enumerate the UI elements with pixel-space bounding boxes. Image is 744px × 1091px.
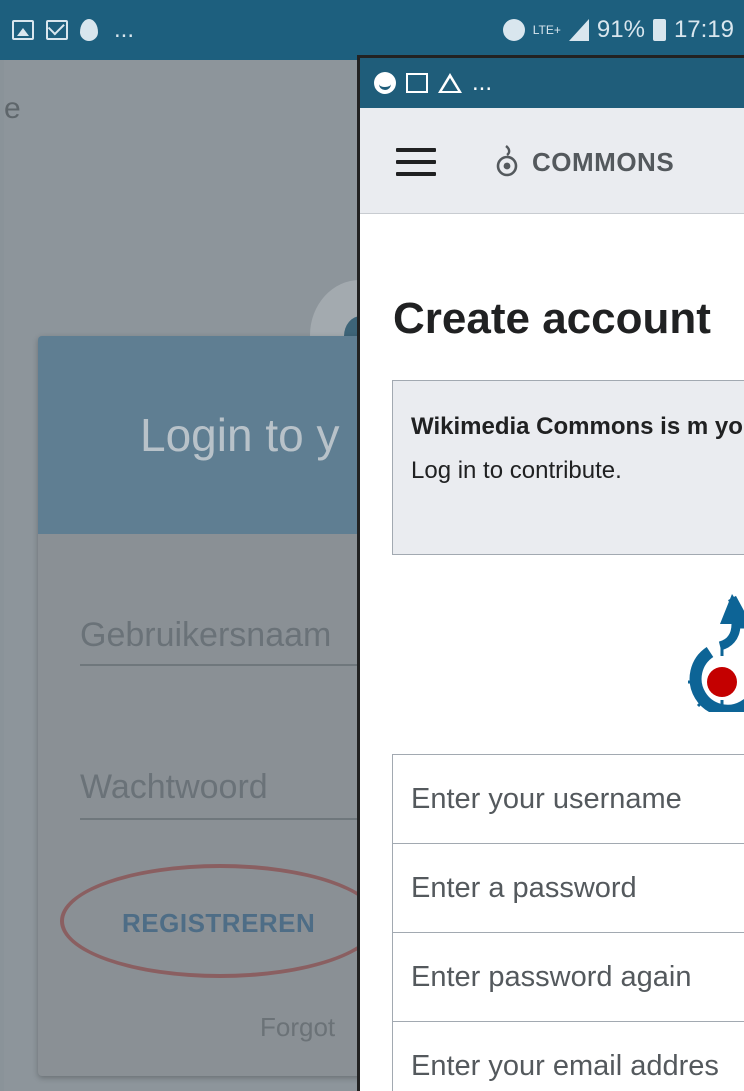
background-login-card: Login to y Gebruikersnaam Wachtwoord REG… xyxy=(38,336,380,1076)
forgot-password-link[interactable]: Forgot xyxy=(260,1012,335,1043)
login-card-header: Login to y xyxy=(38,336,378,534)
login-notice-box: Wikimedia Commons is m you. Log in to co… xyxy=(392,380,744,555)
wikimedia-commons-logo xyxy=(688,594,744,712)
overflow-dots: ... xyxy=(114,16,135,43)
menu-icon[interactable] xyxy=(396,148,436,176)
commons-logo-icon xyxy=(496,145,518,177)
username-underline xyxy=(80,664,380,666)
mail-icon xyxy=(46,20,68,40)
app-name: COMMONS xyxy=(532,147,675,177)
page-content: Create account Wikimedia Commons is m yo… xyxy=(360,214,744,1091)
mail-icon xyxy=(406,73,428,93)
popup-status-bar: ... xyxy=(360,58,744,108)
clock: 17:19 xyxy=(673,16,734,43)
smiley-icon xyxy=(374,72,396,94)
register-button[interactable]: REGISTREREN xyxy=(122,908,315,939)
username-field-label[interactable]: Gebruikersnaam xyxy=(80,616,331,655)
notice-message: Log in to contribute. xyxy=(411,457,622,484)
drop-icon xyxy=(80,19,98,41)
edge-letter: e xyxy=(4,92,21,125)
email-input[interactable]: Enter your email addres xyxy=(392,1021,744,1091)
network-type: LTE+ xyxy=(532,23,561,37)
notice-warning: Wikimedia Commons is m you. xyxy=(411,413,744,440)
password-input[interactable]: Enter a password xyxy=(392,843,744,933)
create-account-window: ... COMMONS Create account Wikimedia Com… xyxy=(357,55,744,1091)
status-bar: ... LTE+ 91% 17:19 xyxy=(0,0,744,60)
battery-percent: 91% xyxy=(596,16,645,43)
password-confirm-input[interactable]: Enter password again xyxy=(392,932,744,1022)
system-icons: LTE+ 91% 17:19 xyxy=(502,16,734,44)
signal-icon xyxy=(568,19,589,41)
password-underline xyxy=(80,818,380,820)
battery-icon xyxy=(652,19,666,41)
login-title: Login to y xyxy=(140,409,340,461)
app-bar: COMMONS xyxy=(360,108,744,214)
username-input[interactable]: Enter your username xyxy=(392,754,744,844)
alarm-icon xyxy=(502,19,525,41)
warning-icon xyxy=(438,73,462,93)
notification-icons: ... xyxy=(12,16,134,44)
overflow-dots: ... xyxy=(472,69,493,96)
page-title: Create account xyxy=(393,294,711,343)
image-icon xyxy=(12,20,34,40)
password-field-label[interactable]: Wachtwoord xyxy=(80,768,268,807)
